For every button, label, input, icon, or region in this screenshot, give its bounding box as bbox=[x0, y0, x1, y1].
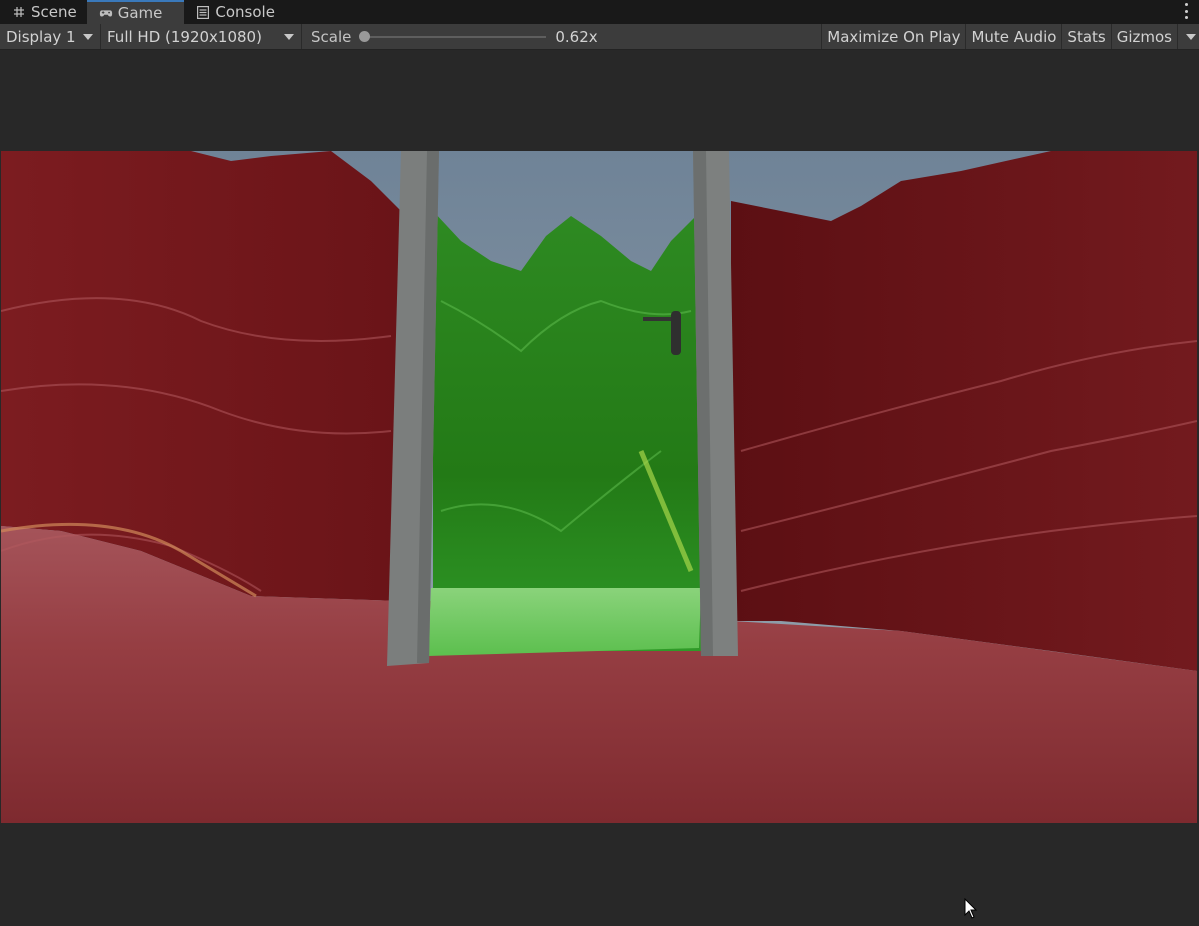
gizmos-button[interactable]: Gizmos bbox=[1110, 24, 1177, 49]
more-options-icon[interactable] bbox=[1183, 3, 1189, 19]
toolbar-right-group: Maximize On Play Mute Audio Stats Gizmos bbox=[821, 24, 1199, 49]
gizmos-dropdown-button[interactable] bbox=[1177, 24, 1199, 49]
console-list-icon bbox=[196, 5, 210, 19]
game-viewport[interactable] bbox=[0, 50, 1199, 926]
tab-console-label: Console bbox=[215, 3, 275, 21]
game-view-toolbar: Display 1 Full HD (1920x1080) Scale 0.62… bbox=[0, 24, 1199, 50]
scale-control: Scale 0.62x bbox=[302, 24, 598, 49]
game-render[interactable] bbox=[1, 151, 1197, 823]
gamepad-icon bbox=[99, 6, 113, 20]
display-dropdown-label: Display 1 bbox=[6, 27, 76, 46]
tab-game-label: Game bbox=[117, 4, 163, 22]
mute-audio-button[interactable]: Mute Audio bbox=[965, 24, 1061, 49]
tab-scene[interactable]: Scene bbox=[0, 0, 87, 24]
display-dropdown[interactable]: Display 1 bbox=[0, 24, 101, 49]
tab-console[interactable]: Console bbox=[184, 0, 285, 24]
chevron-down-icon bbox=[284, 34, 294, 40]
game-scene-image bbox=[1, 151, 1197, 823]
scale-label: Scale bbox=[311, 27, 352, 46]
scale-slider[interactable] bbox=[359, 30, 547, 44]
maximize-on-play-button[interactable]: Maximize On Play bbox=[821, 24, 965, 49]
chevron-down-icon bbox=[83, 34, 93, 40]
mouse-cursor-icon bbox=[964, 898, 978, 919]
tab-game[interactable]: Game bbox=[86, 0, 185, 24]
resolution-dropdown[interactable]: Full HD (1920x1080) bbox=[101, 24, 302, 49]
scale-value: 0.62x bbox=[555, 27, 598, 46]
stats-button[interactable]: Stats bbox=[1061, 24, 1110, 49]
resolution-dropdown-label: Full HD (1920x1080) bbox=[107, 27, 262, 46]
editor-tab-bar: Scene Game Console bbox=[0, 0, 1199, 24]
hash-icon bbox=[12, 5, 26, 19]
scale-slider-thumb[interactable] bbox=[359, 30, 371, 42]
tab-scene-label: Scene bbox=[31, 3, 77, 21]
scale-slider-track bbox=[364, 35, 547, 38]
